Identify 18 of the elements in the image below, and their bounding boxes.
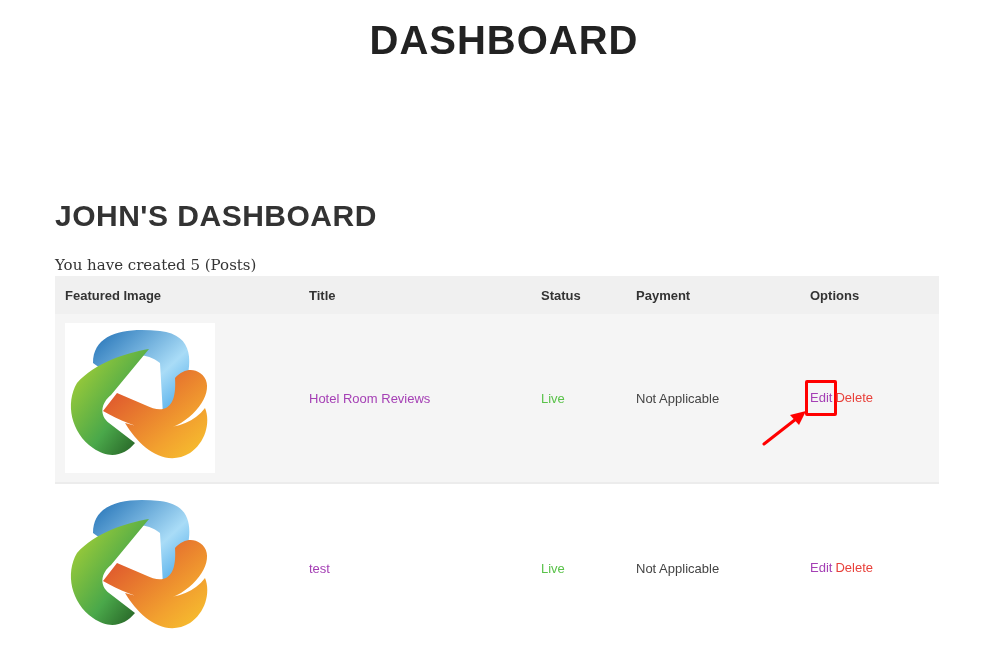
- column-header: Options: [810, 288, 860, 303]
- dashboard-heading: JOHN'S DASHBOARD: [55, 198, 378, 234]
- edit-link[interactable]: Edit: [810, 558, 833, 578]
- column-header: Featured Image: [65, 288, 162, 303]
- pointer-arrow: [762, 409, 808, 447]
- payment-text: Not Applicable: [636, 561, 720, 576]
- payment-text: Not Applicable: [636, 391, 720, 406]
- edit-link[interactable]: Edit: [805, 380, 838, 416]
- page-title: DASHBOARD: [368, 17, 640, 64]
- post-title-link[interactable]: Hotel Room Reviews: [309, 391, 431, 406]
- status-text: Live: [541, 391, 565, 406]
- column-header: Payment: [636, 288, 691, 303]
- column-header: Status: [541, 288, 581, 303]
- status-text: Live: [541, 561, 565, 576]
- posts-summary: You have created 5 (Posts): [55, 255, 257, 276]
- column-header: Title: [309, 288, 336, 303]
- delete-link[interactable]: Delete: [835, 558, 873, 578]
- post-title-link[interactable]: test: [309, 561, 330, 576]
